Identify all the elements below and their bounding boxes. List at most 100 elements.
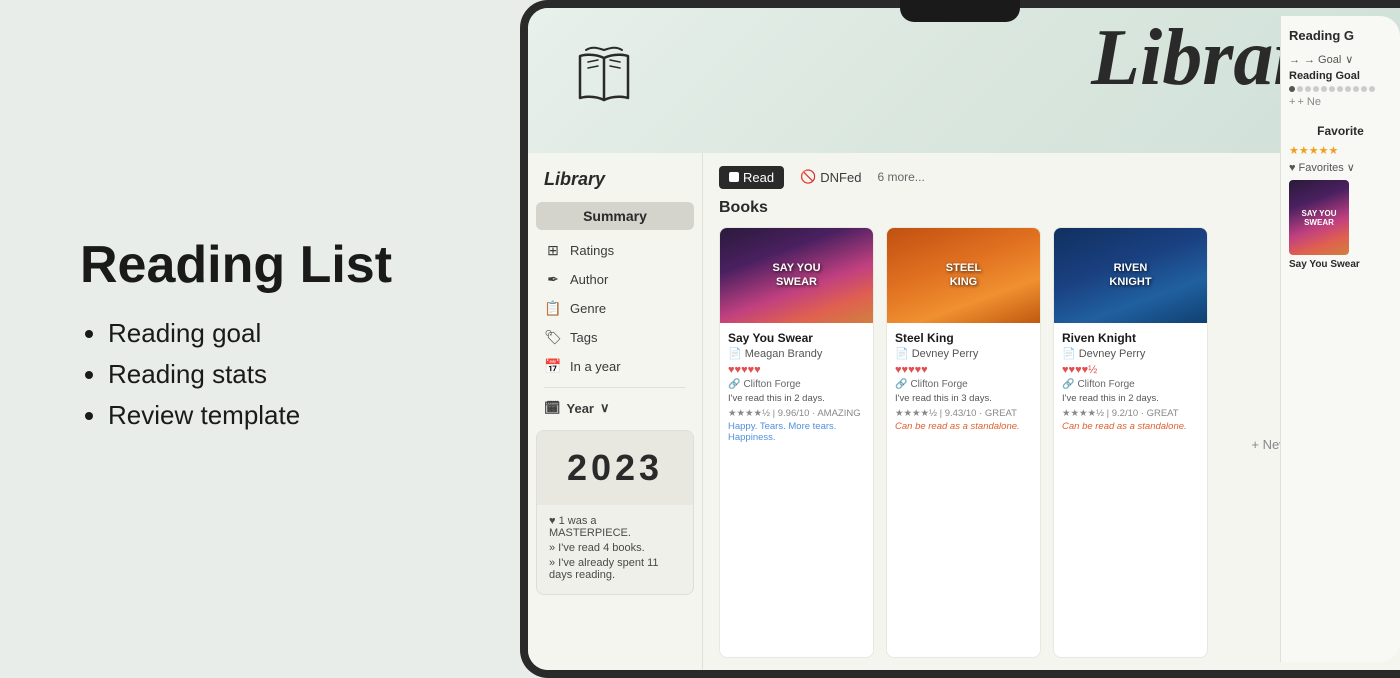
tags-icon: 🏷 [544,329,562,346]
book-author-riven: 📄 Devney Perry [1062,347,1199,360]
tablet-notch [900,0,1020,22]
author-doc-icon: 📄 [728,347,742,360]
tab-read[interactable]: Read [719,166,784,189]
tab-dnfed-label: DNFed [820,170,861,185]
year-card: 2023 ♥ 1 was a MASTERPIECE. » I've read … [536,430,694,595]
sidebar-item-tags[interactable]: 🏷 Tags [528,323,702,352]
page-title: Reading List [80,237,460,294]
book-icon [568,40,640,122]
book-cover-say-bg: SAY YOUSWEAR [720,228,873,323]
book-series-steel: 🔗 Clifton Forge [895,379,1032,390]
book-series-say: 🔗 Clifton Forge [728,379,865,390]
book-author-steel: 📄 Devney Perry [895,347,1032,360]
book-author-say: 📄 Meagan Brandy [728,347,865,360]
book-extra-riven: Can be read as a standalone. [1062,421,1199,432]
book-info-say: Say You Swear 📄 Meagan Brandy ♥♥♥♥♥ 🔗 Cl… [720,323,873,657]
feature-item-2: Reading stats [108,359,460,390]
book-title-riven: Riven Knight [1062,331,1199,345]
year-btn-calendar-icon: 🗓 [544,400,561,416]
sidebar-summary-button[interactable]: Summary [536,202,694,230]
book-info-riven: Riven Knight 📄 Devney Perry ♥♥♥♥½ 🔗 Clif… [1054,323,1207,657]
right-panel-overlay: Reading G → → Goal ∨ Reading Goal [1280,153,1400,662]
year-stat-1: ♥ 1 was a MASTERPIECE. [549,515,681,539]
book-rating-riven: ★★★★½ | 9.2/10 · GREAT [1062,408,1199,419]
tab-read-label: Read [743,170,774,185]
book-cover-riven-bg: RIVENKNIGHT [1054,228,1207,323]
tab-dnfed[interactable]: 🚫 DNFed [790,165,871,189]
sidebar-genre-label: Genre [570,301,606,316]
book-series-riven: 🔗 Clifton Forge [1062,379,1199,390]
year-dropdown-chevron: ∨ [600,400,610,416]
sidebar-tags-label: Tags [570,330,597,345]
sidebar: Library Summary ⊞ Ratings ✒ Author 📋 [528,153,703,670]
tab-more[interactable]: 6 more... [877,170,924,184]
tablet-screen: 🦋 🦋 Library Library Summary ⊞ Ratings [528,8,1400,670]
series-icon-3: 🔗 [1062,379,1074,390]
book-hearts-steel: ♥♥♥♥♥ [895,364,1032,376]
fav-cover-text: SAY YOUSWEAR [1300,207,1339,229]
app-content: 🦋 🦋 Library Library Summary ⊞ Ratings [528,8,1400,670]
tab-dnfed-icon: 🚫 [800,169,816,185]
sidebar-divider [544,387,686,388]
sidebar-item-ratings[interactable]: ⊞ Ratings [528,236,702,265]
book-desc-say: I've read this in 2 days. [728,393,865,405]
favorites-section: Favorite ★★★★★ ♥ Favorites ∨ SAY YOUSWEA… [1289,153,1392,270]
book-desc-steel: I've read this in 3 days. [895,393,1032,405]
favorites-chevron: ∨ [1347,161,1355,174]
year-card-body: ♥ 1 was a MASTERPIECE. » I've read 4 boo… [537,505,693,594]
book-rating-say: ★★★★½ | 9.96/10 · AMAZING [728,408,865,419]
book-title-steel: Steel King [895,331,1032,345]
book-card-riven-knight: RIVENKNIGHT Riven Knight 📄 Devney Perry [1053,227,1208,658]
author-doc-icon-3: 📄 [1062,347,1076,360]
sidebar-author-label: Author [570,272,608,287]
year-stat-3: » I've already spent 11 days reading. [549,557,681,581]
cover-text-steel: STEELKING [942,258,985,292]
sidebar-year-dropdown[interactable]: 🗓 Year ∨ [528,394,702,422]
favorites-text: Favorites [1299,162,1344,174]
year-card-header: 2023 [537,431,693,505]
year-btn-label: Year [567,401,594,416]
book-title-say: Say You Swear [728,331,865,345]
author-icon: ✒ [544,271,562,288]
book-cover-steel-bg: STEELKING [887,228,1040,323]
series-icon-2: 🔗 [895,379,907,390]
book-card-say-you-swear: SAY YOUSWEAR Say You Swear 📄 Meagan Bran… [719,227,874,658]
tablet-frame: 🦋 🦋 Library Library Summary ⊞ Ratings [520,0,1400,678]
cover-text-riven: RIVENKNIGHT [1105,258,1155,292]
favorites-book-title: Say You Swear [1289,259,1392,270]
sidebar-item-genre[interactable]: 📋 Genre [528,294,702,323]
book-extra-steel: Can be read as a standalone. [895,421,1032,432]
book-card-steel-king: STEELKING Steel King 📄 Devney Perry [886,227,1041,658]
tab-read-icon [729,172,739,182]
book-hearts-riven: ♥♥♥♥½ [1062,364,1199,376]
year-stat-2: » I've read 4 books. [549,542,681,554]
sidebar-year-item-label: In a year [570,359,621,374]
sidebar-item-in-a-year[interactable]: 📅 In a year [528,352,702,381]
sidebar-ratings-label: Ratings [570,243,614,258]
header-banner: 🦋 🦋 Library [528,8,1400,153]
book-desc-riven: I've read this in 2 days. [1062,393,1199,405]
ratings-icon: ⊞ [544,242,562,259]
favorites-mini-cover: SAY YOUSWEAR [1289,180,1349,255]
left-panel: Reading List Reading goal Reading stats … [0,0,520,678]
heart-icon: ♥ [1289,162,1296,174]
favorites-stars: ★★★★★ [1289,153,1392,157]
favorites-label-row[interactable]: ♥ Favorites ∨ [1289,161,1392,174]
author-doc-icon-2: 📄 [895,347,909,360]
year-number: 2023 [549,447,681,489]
book-cover-steel: STEELKING [887,228,1040,323]
sidebar-item-author[interactable]: ✒ Author [528,265,702,294]
book-hearts-say: ♥♥♥♥♥ [728,364,865,376]
feature-item-3: Review template [108,400,460,431]
genre-icon: 📋 [544,300,562,317]
main-layout: Library Summary ⊞ Ratings ✒ Author 📋 [528,153,1400,670]
book-cover-riven: RIVENKNIGHT [1054,228,1207,323]
book-rating-steel: ★★★★½ | 9.43/10 · GREAT [895,408,1032,419]
book-info-steel: Steel King 📄 Devney Perry ♥♥♥♥♥ 🔗 Clifto… [887,323,1040,657]
cover-text-say: SAY YOUSWEAR [768,258,824,292]
feature-item-1: Reading goal [108,318,460,349]
book-extra-say: Happy. Tears. More tears. Happiness. [728,421,865,443]
book-cover-say: SAY YOUSWEAR [720,228,873,323]
series-icon: 🔗 [728,379,740,390]
features-list: Reading goal Reading stats Review templa… [80,318,460,441]
